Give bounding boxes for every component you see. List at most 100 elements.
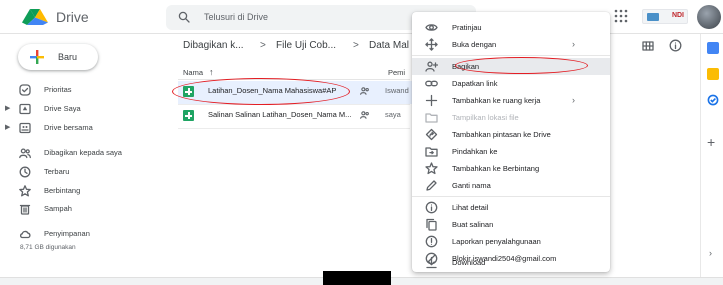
menu-item-label: Tambahkan ke ruang kerja xyxy=(452,96,541,105)
sidebar-item-label: Prioritas xyxy=(44,85,72,94)
menu-item-label: Tampilkan lokasi file xyxy=(452,113,519,122)
star-icon xyxy=(425,162,438,175)
menu-item-open-with[interactable]: Buka dengan › xyxy=(412,36,610,53)
shared-people-icon xyxy=(360,111,369,119)
sidebar-item-label: Dibagikan kepada saya xyxy=(44,148,122,157)
sidebar-item-trash[interactable]: Sampah xyxy=(0,201,160,219)
info-icon xyxy=(425,201,438,214)
menu-item-label: Ganti nama xyxy=(452,181,491,190)
copy-icon xyxy=(426,218,437,231)
info-icon[interactable] xyxy=(669,39,682,52)
sheets-file-icon xyxy=(183,86,194,97)
menu-item-label: Laporkan penyalahgunaan xyxy=(452,237,541,246)
sheets-file-icon xyxy=(183,110,194,121)
file-owner: saya xyxy=(385,110,401,119)
keep-icon[interactable] xyxy=(707,68,719,80)
file-owner: Iswand xyxy=(385,86,409,95)
menu-item-label: Pratinjau xyxy=(452,23,482,32)
link-icon xyxy=(425,80,438,87)
menu-item-label: Buat salinan xyxy=(452,220,494,229)
search-placeholder: Telusuri di Drive xyxy=(204,12,269,22)
sidebar-item-label: Terbaru xyxy=(44,167,70,176)
sidebar-item-recent[interactable]: Terbaru xyxy=(0,164,160,182)
new-button[interactable]: Baru xyxy=(18,44,98,70)
drive-logo-icon[interactable] xyxy=(22,9,48,25)
sidebar-item-priority[interactable]: Prioritas xyxy=(0,82,160,100)
star-icon xyxy=(19,185,31,197)
sidebar-item-starred[interactable]: Berbintang xyxy=(0,183,160,201)
sidebar-item-shared-with-me[interactable]: Dibagikan kepada saya xyxy=(0,145,160,163)
account-avatar[interactable] xyxy=(697,5,721,29)
file-name: Salinan Salinan Latihan_Dosen_Nama M... xyxy=(208,110,352,119)
file-name: Latihan_Dosen_Nama Mahasiswa#AP xyxy=(208,86,337,95)
menu-item-label: Bagikan xyxy=(452,62,480,71)
sidebar-item-my-drive[interactable]: ▶ Drive Saya xyxy=(0,101,160,119)
plus-icon xyxy=(425,94,438,107)
sidebar-item-shared-drives[interactable]: ▶ Drive bersama xyxy=(0,120,160,138)
organization-logo[interactable]: NDI xyxy=(642,9,688,24)
divider xyxy=(178,79,410,80)
menu-item-label: Tambahkan ke Berbintang xyxy=(452,164,540,173)
pencil-icon xyxy=(426,180,437,191)
expand-caret-icon[interactable]: ▶ xyxy=(5,123,10,131)
menu-item-add-shortcut[interactable]: Tambahkan pintasan ke Drive xyxy=(412,126,610,143)
context-menu: Pratinjau Buka dengan › Bagikan Dapatkan… xyxy=(412,12,610,272)
report-icon xyxy=(425,235,438,248)
breadcrumb-item[interactable]: File Uji Cob... xyxy=(276,40,336,51)
column-header-name[interactable]: Nama xyxy=(183,68,203,77)
organization-logo-icon xyxy=(647,13,659,21)
download-icon xyxy=(426,256,437,269)
menu-item-label: Pindahkan ke xyxy=(452,147,498,156)
move-folder-icon xyxy=(425,147,438,157)
divider xyxy=(412,196,610,197)
clock-icon xyxy=(19,166,31,178)
menu-item-make-copy[interactable]: Buat salinan xyxy=(412,216,610,233)
menu-item-view-details[interactable]: Lihat detail xyxy=(412,199,610,216)
side-panel: + › xyxy=(700,34,723,285)
tasks-icon[interactable] xyxy=(707,94,719,106)
share-person-icon xyxy=(425,61,438,72)
menu-item-get-link[interactable]: Dapatkan link xyxy=(412,75,610,92)
breadcrumb-separator-icon: > xyxy=(353,40,359,51)
search-icon xyxy=(178,11,190,23)
column-header-owner[interactable]: Pemi xyxy=(388,68,405,77)
menu-item-add-to-workspace[interactable]: Tambahkan ke ruang kerja › xyxy=(412,92,610,109)
submenu-arrow-icon: › xyxy=(572,95,575,105)
redaction-bar xyxy=(323,271,391,285)
divider xyxy=(178,128,410,129)
app-title[interactable]: Drive xyxy=(56,9,89,25)
menu-item-label: Dapatkan link xyxy=(452,79,498,88)
menu-item-rename[interactable]: Ganti nama xyxy=(412,177,610,194)
folder-icon xyxy=(425,113,438,123)
sidebar-item-label: Penyimpanan xyxy=(44,229,90,238)
new-button-label: Baru xyxy=(58,52,78,62)
breadcrumb-item-current[interactable]: Data Mal xyxy=(369,40,409,51)
expand-caret-icon[interactable]: ▶ xyxy=(5,104,10,112)
menu-item-preview[interactable]: Pratinjau xyxy=(412,19,610,36)
grid-view-icon[interactable] xyxy=(642,40,654,52)
my-drive-icon xyxy=(19,103,31,115)
storage-used-text: 8,71 GB digunakan xyxy=(20,244,76,251)
sort-arrow-icon[interactable]: ↑ xyxy=(209,67,214,77)
calendar-icon[interactable] xyxy=(707,42,719,54)
sidebar-item-label: Berbintang xyxy=(44,186,81,195)
menu-item-label: Tambahkan pintasan ke Drive xyxy=(452,130,551,139)
apps-grid-icon[interactable] xyxy=(614,9,628,23)
menu-item-label: Buka dengan xyxy=(452,40,497,49)
breadcrumb-item[interactable]: Dibagikan k... xyxy=(183,40,244,51)
menu-item-move-to[interactable]: Pindahkan ke xyxy=(412,143,610,160)
menu-item-share[interactable]: Bagikan xyxy=(412,58,610,75)
priority-check-icon xyxy=(19,84,31,96)
sidebar-item-storage[interactable]: Penyimpanan xyxy=(0,226,160,244)
organization-logo-text: NDI xyxy=(671,12,684,19)
expand-panel-icon[interactable]: › xyxy=(709,248,712,258)
eye-icon xyxy=(425,24,438,31)
menu-item-add-to-starred[interactable]: Tambahkan ke Berbintang xyxy=(412,160,610,177)
divider xyxy=(412,55,610,56)
top-bar: Drive Telusuri di Drive NDI xyxy=(0,0,723,34)
menu-item-download-row[interactable]: Download xyxy=(412,254,610,271)
menu-item-report-abuse[interactable]: Laporkan penyalahgunaan xyxy=(412,233,610,250)
add-addon-icon[interactable]: + xyxy=(707,134,715,150)
menu-item-label: Lihat detail xyxy=(452,203,489,212)
submenu-arrow-icon: › xyxy=(572,39,575,49)
